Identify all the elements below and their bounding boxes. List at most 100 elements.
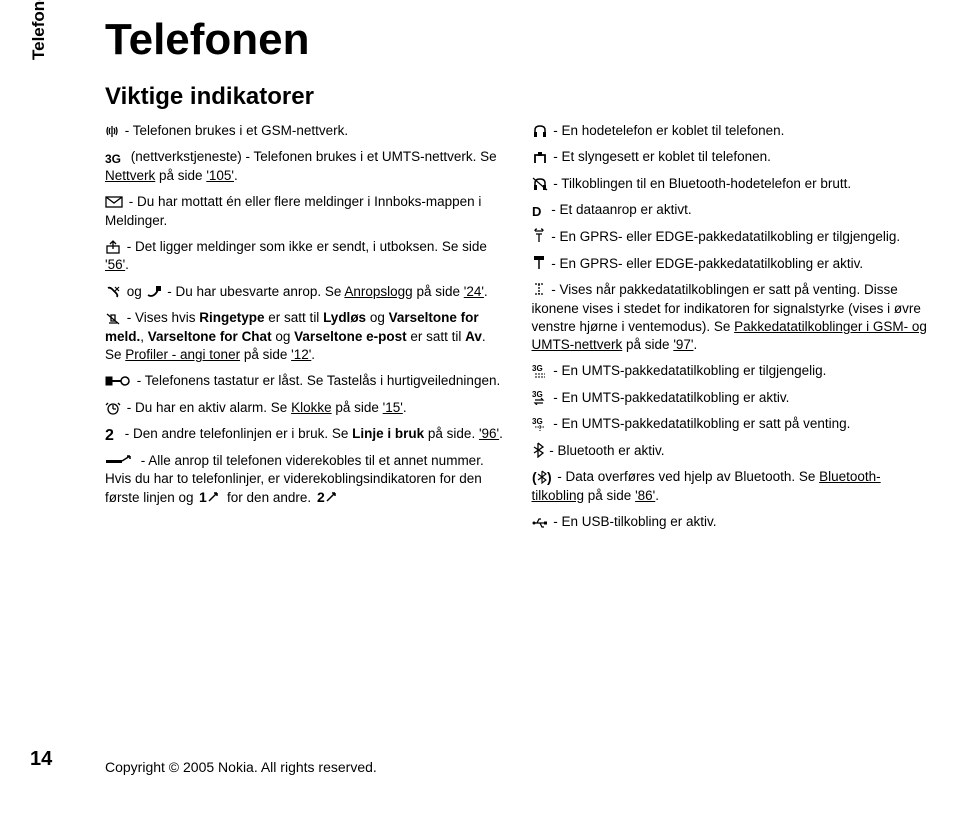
entry-text: . — [484, 284, 488, 299]
bold-term: Lydløs — [323, 310, 366, 325]
column-left: - Telefonen brukes i et GSM-nettverk. 3G… — [105, 122, 504, 540]
missed-call-alt-icon — [146, 283, 162, 301]
bold-term: Varseltone for Chat — [148, 329, 272, 344]
indicator-entry: - Et slyngesett er koblet til telefonen. — [532, 148, 931, 167]
entry-text: . — [403, 400, 407, 415]
svg-text:2: 2 — [317, 489, 325, 505]
entry-text: - En UMTS-pakkedatatilkobling er tilgjen… — [550, 363, 827, 378]
bt-headset-broken-icon — [532, 175, 548, 193]
gprs-hold-icon — [532, 281, 546, 299]
entry-text: - En hodetelefon er koblet til telefonen… — [550, 123, 785, 138]
link[interactable]: Anropslogg — [344, 284, 412, 299]
indicator-entry: - Telefonens tastatur er låst. Se Tastel… — [105, 372, 504, 391]
two-column-layout: - Telefonen brukes i et GSM-nettverk. 3G… — [105, 122, 930, 540]
entry-text: - En UMTS-pakkedatatilkobling er aktiv. — [550, 390, 790, 405]
data-call-icon: D — [532, 202, 546, 220]
link[interactable]: '105' — [206, 168, 234, 183]
indicator-entry: 3G - En UMTS-pakkedatatilkobling er tilg… — [532, 362, 931, 381]
entry-text: - Data overføres ved hjelp av Bluetooth.… — [554, 469, 820, 484]
copyright-line: Copyright © 2005 Nokia. All rights reser… — [105, 758, 377, 777]
line2-divert-icon: 2 — [315, 489, 339, 507]
link[interactable]: '15' — [383, 400, 403, 415]
key-lock-icon — [105, 372, 131, 390]
entry-text: - Du har mottatt én eller flere meldinge… — [105, 194, 481, 228]
entry-text: - Bluetooth er aktiv. — [546, 443, 665, 458]
entry-text: - Telefonens tastatur er låst. Se Tastel… — [133, 373, 500, 388]
antenna-icon — [105, 122, 119, 140]
entry-text: - En GPRS- eller EDGE-pakkedatatilkoblin… — [548, 229, 901, 244]
link[interactable]: Nettverk — [105, 168, 155, 183]
indicator-entry: D - Et dataanrop er aktivt. — [532, 201, 931, 220]
side-tab-label: Telefonen — [28, 0, 51, 60]
entry-text: og — [272, 329, 295, 344]
entry-text: . — [125, 257, 129, 272]
divert-all-icon — [105, 452, 135, 470]
link[interactable]: '56' — [105, 257, 125, 272]
entry-text: (nettverkstjeneste) - Telefonen brukes i… — [127, 149, 497, 164]
bold-term: Varseltone e-post — [294, 329, 407, 344]
link[interactable]: '86' — [635, 488, 655, 503]
column-right: - En hodetelefon er koblet til telefonen… — [532, 122, 931, 540]
umts-hold-icon: 3G — [532, 416, 548, 434]
entry-text: på side. — [424, 426, 479, 441]
gprs-available-icon — [532, 228, 546, 246]
entry-text: på side — [584, 488, 635, 503]
entry-text: . — [234, 168, 238, 183]
link[interactable]: Klokke — [291, 400, 332, 415]
link[interactable]: '24' — [464, 284, 484, 299]
gprs-active-icon — [532, 255, 546, 273]
umts-active-icon: 3G — [532, 389, 548, 407]
entry-text: på side — [413, 284, 464, 299]
entry-text: på side — [155, 168, 206, 183]
page-number: 14 — [30, 746, 52, 773]
line1-divert-icon: 1 — [197, 489, 221, 507]
indicator-entry: - En GPRS- eller EDGE-pakkedatatilkoblin… — [532, 228, 931, 247]
entry-text: . — [499, 426, 503, 441]
entry-text: - En GPRS- eller EDGE-pakkedatatilkoblin… — [548, 256, 864, 271]
indicator-entry: - En GPRS- eller EDGE-pakkedatatilkoblin… — [532, 255, 931, 274]
indicator-entry: - Tilkoblingen til en Bluetooth-hodetele… — [532, 175, 931, 194]
link[interactable]: '97' — [673, 337, 693, 352]
indicator-entry: - En hodetelefon er koblet til telefonen… — [532, 122, 931, 141]
svg-text:3G: 3G — [532, 390, 543, 399]
link[interactable]: '96' — [479, 426, 499, 441]
svg-text:3G: 3G — [105, 152, 121, 165]
entry-text: . — [693, 337, 697, 352]
svg-text:D: D — [532, 204, 541, 218]
entry-text: , — [140, 329, 148, 344]
bold-term: Linje i bruk — [352, 426, 424, 441]
indicator-entry: - Vises hvis Ringetype er satt til Lydlø… — [105, 309, 504, 364]
entry-text: - Den andre telefonlinjen er i bruk. Se — [121, 426, 352, 441]
indicator-entry: 3G - En UMTS-pakkedatatilkobling er satt… — [532, 415, 931, 434]
entry-text: - En UMTS-pakkedatatilkobling er satt på… — [550, 416, 851, 431]
entry-text: - En USB-tilkobling er aktiv. — [550, 514, 717, 529]
indicator-entry: - Bluetooth er aktiv. — [532, 442, 931, 461]
indicator-entry: () - Data overføres ved hjelp av Bluetoo… — [532, 468, 931, 505]
entry-text: - Du har en aktiv alarm. Se — [123, 400, 291, 415]
svg-text:3G: 3G — [532, 364, 543, 373]
link[interactable]: Profiler - angi toner — [125, 347, 240, 362]
entry-text: - Du har ubesvarte anrop. Se — [164, 284, 345, 299]
entry-text: på side — [240, 347, 291, 362]
indicator-entry: - Du har en aktiv alarm. Se Klokke på si… — [105, 399, 504, 418]
svg-text:): ) — [547, 469, 552, 485]
entry-text: . — [655, 488, 659, 503]
indicator-entry: - Du har mottatt én eller flere meldinge… — [105, 193, 504, 230]
alarm-icon — [105, 399, 121, 417]
missed-call-icon — [105, 283, 121, 301]
link[interactable]: '12' — [291, 347, 311, 362]
page-title: Telefonen — [105, 10, 930, 69]
umts-available-icon: 3G — [532, 363, 548, 381]
outbox-icon — [105, 238, 121, 256]
indicator-entry: - Telefonen brukes i et GSM-nettverk. — [105, 122, 504, 141]
entry-text: - Tilkoblingen til en Bluetooth-hodetele… — [550, 176, 852, 191]
entry-text: er satt til — [407, 329, 466, 344]
entry-text: - Telefonen brukes i et GSM-nettverk. — [121, 123, 348, 138]
page-content: Telefonen Viktige indikatorer - Telefone… — [105, 10, 930, 738]
entry-text: og — [123, 284, 146, 299]
3g-icon: 3G — [105, 149, 125, 167]
bold-term: Av — [465, 329, 482, 344]
entry-text: for den andre. — [223, 490, 311, 505]
indicator-entry: - Alle anrop til telefonen viderekobles … — [105, 452, 504, 507]
bluetooth-transfer-icon: () — [532, 469, 552, 487]
